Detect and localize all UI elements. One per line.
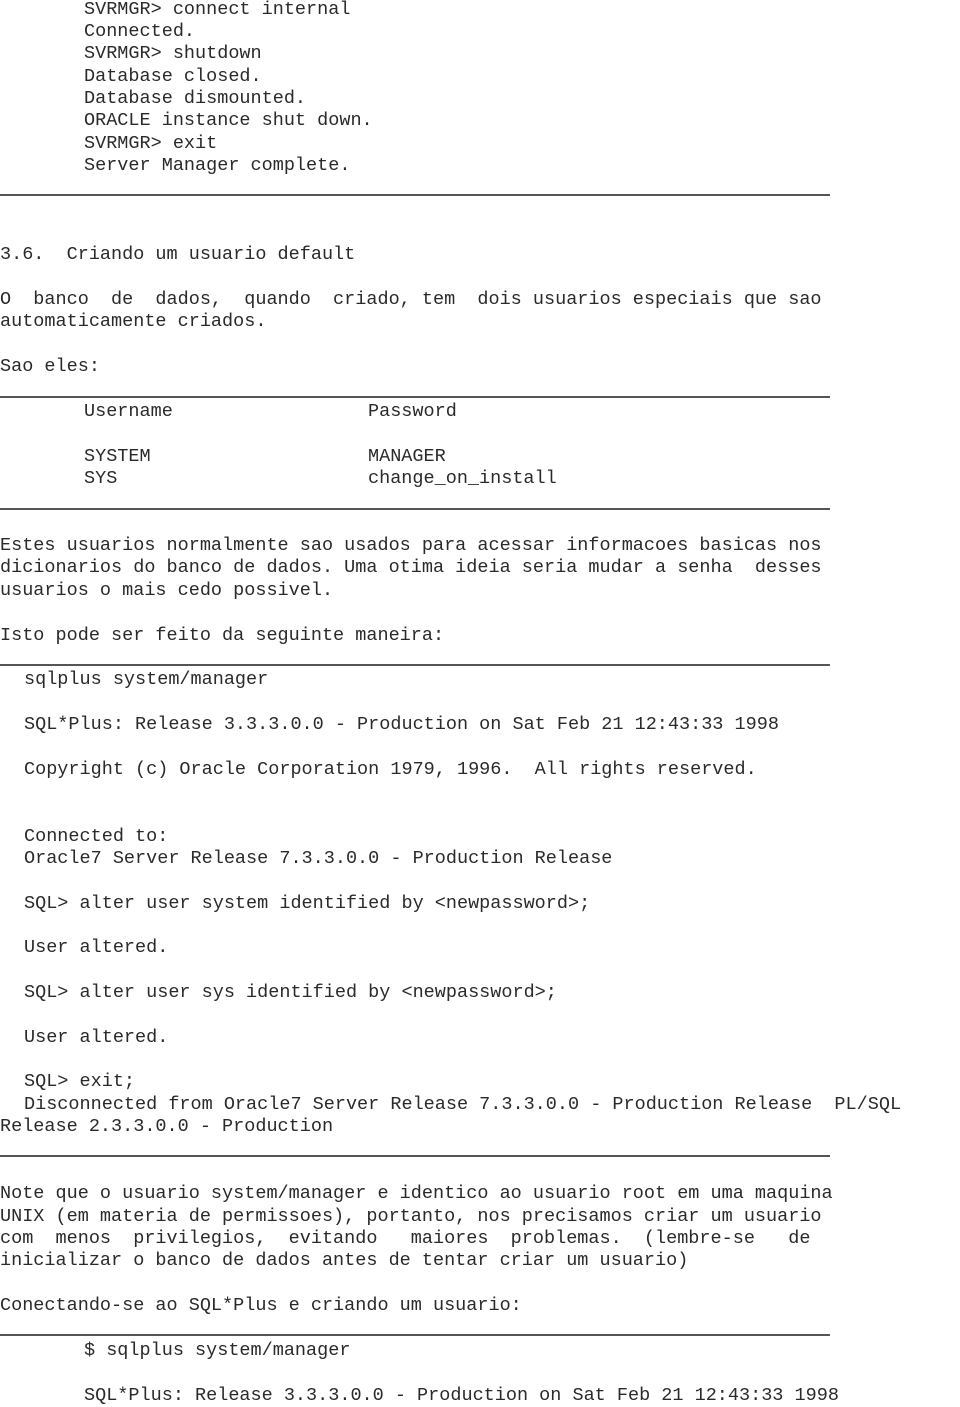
- paragraph-line: Estes usuarios normalmente sao usados pa…: [0, 535, 822, 556]
- code-line: User altered.: [24, 1027, 169, 1048]
- paragraph-line: dicionarios do banco de dados. Uma otima…: [0, 557, 822, 578]
- paragraph-line: automaticamente criados.: [0, 311, 267, 332]
- code-line: SQL> alter user sys identified by <newpa…: [24, 982, 557, 1003]
- code-line: Database closed.: [84, 66, 262, 87]
- code-line: SQL> alter user system identified by <ne…: [24, 893, 591, 914]
- paragraph-line: Isto pode ser feito da seguinte maneira:: [0, 625, 445, 646]
- paragraph-line: Conectando-se ao SQL*Plus e criando um u…: [0, 1295, 522, 1316]
- table-cell-username: SYS: [84, 468, 118, 489]
- table-cell-username: SYSTEM: [84, 446, 151, 467]
- paragraph-line: inicializar o banco de dados antes de te…: [0, 1250, 689, 1271]
- table-header-password: Password: [368, 401, 457, 422]
- divider: [0, 1334, 830, 1336]
- divider: [0, 664, 830, 666]
- code-line: Server Manager complete.: [84, 155, 351, 176]
- code-line: SVRMGR> shutdown: [84, 43, 262, 64]
- code-line: Oracle7 Server Release 7.3.3.0.0 - Produ…: [24, 848, 613, 869]
- code-line: ORACLE instance shut down.: [84, 110, 373, 131]
- code-line: SVRMGR> exit: [84, 133, 218, 154]
- code-line: Database dismounted.: [84, 88, 307, 109]
- section-heading: 3.6. Criando um usuario default: [0, 244, 356, 265]
- table-cell-password: MANAGER: [368, 446, 446, 467]
- paragraph-line: O banco de dados, quando criado, tem doi…: [0, 289, 822, 310]
- code-line: SVRMGR> connect internal: [84, 0, 351, 20]
- table-header-username: Username: [84, 401, 173, 422]
- code-line: Disconnected from Oracle7 Server Release…: [24, 1094, 902, 1115]
- code-line: SQL*Plus: Release 3.3.3.0.0 - Production…: [24, 714, 779, 735]
- code-line: $ sqlplus system/manager: [84, 1340, 351, 1361]
- code-line: Connected to:: [24, 826, 169, 847]
- code-line: Connected.: [84, 21, 196, 42]
- code-line: sqlplus system/manager: [24, 669, 269, 690]
- table-bottom-rule: [0, 508, 830, 510]
- code-line: Release 2.3.3.0.0 - Production: [0, 1116, 334, 1137]
- code-line: User altered.: [24, 937, 169, 958]
- code-line: Copyright (c) Oracle Corporation 1979, 1…: [24, 759, 757, 780]
- table-top-rule: [0, 396, 830, 398]
- divider: [0, 194, 830, 196]
- paragraph-line: usuarios o mais cedo possivel.: [0, 580, 334, 601]
- paragraph-line: Note que o usuario system/manager e iden…: [0, 1183, 833, 1204]
- paragraph-line: com menos privilegios, evitando maiores …: [0, 1228, 811, 1249]
- paragraph-line: UNIX (em materia de permissoes), portant…: [0, 1206, 822, 1227]
- code-line: SQL> exit;: [24, 1071, 136, 1092]
- table-cell-password: change_on_install: [368, 468, 557, 489]
- paragraph-line: Sao eles:: [0, 356, 100, 377]
- divider: [0, 1155, 830, 1157]
